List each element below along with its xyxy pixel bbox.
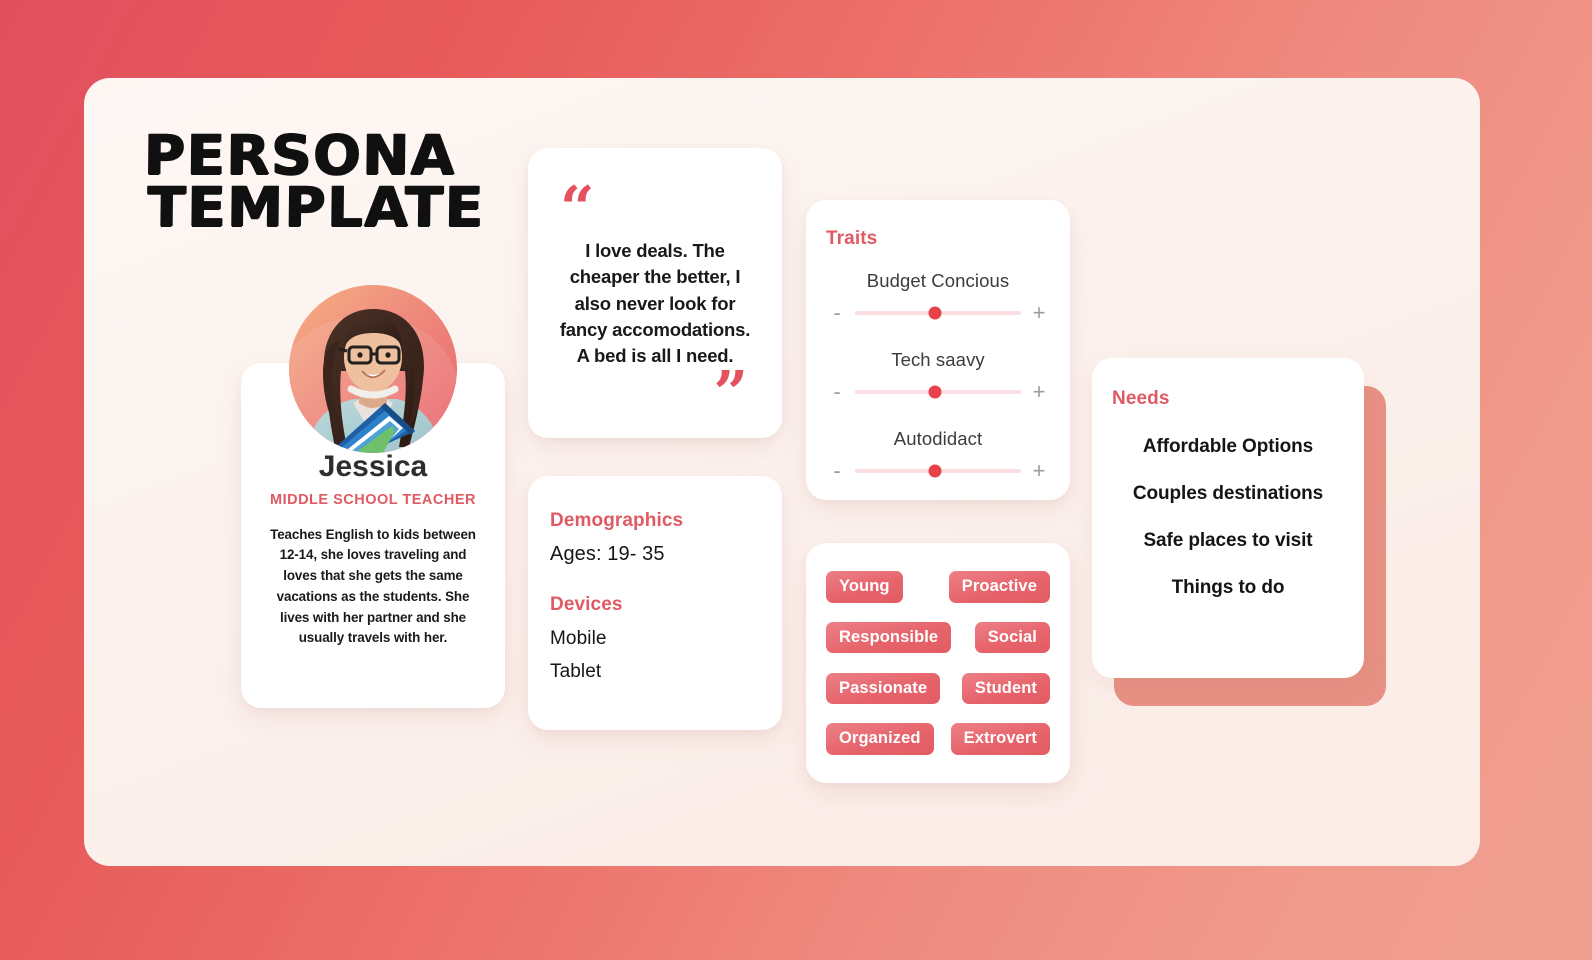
trait-label: Autodidact: [893, 428, 983, 449]
need-item: Safe places to visit: [1143, 530, 1313, 551]
trait-autodidact: Autodidact - +: [826, 428, 1050, 482]
trait-slider[interactable]: - +: [826, 381, 1050, 403]
slider-thumb[interactable]: [928, 306, 942, 320]
tag-chip[interactable]: Proactive: [948, 571, 1050, 603]
tag-chip[interactable]: Student: [961, 672, 1050, 705]
demographics-ages: Ages: 19- 35: [550, 543, 665, 565]
plus-icon[interactable]: +: [1032, 381, 1046, 403]
slider-track[interactable]: [855, 306, 1021, 320]
tag-chip[interactable]: Social: [974, 621, 1050, 654]
quote-card: “ I love deals. The cheaper the better, …: [528, 148, 782, 438]
needs-card: Needs Affordable Options Couples destina…: [1092, 358, 1364, 678]
need-item: Things to do: [1171, 577, 1285, 598]
avatar-photo: [289, 285, 457, 453]
profile-role: MIDDLE SCHOOL TEACHER: [270, 491, 476, 508]
persona-panel: PERSONA TEMPLATE Jessica MIDDLE SCHOOL T…: [84, 78, 1480, 866]
minus-icon[interactable]: -: [830, 460, 844, 482]
trait-slider[interactable]: - +: [826, 460, 1050, 482]
trait-budget-concious: Budget Concious - +: [826, 270, 1050, 324]
tag-chip[interactable]: Responsible: [826, 621, 952, 654]
slider-track[interactable]: [855, 385, 1021, 399]
tags-card: Young Proactive Responsible Social Passi…: [806, 543, 1070, 783]
need-item: Couples destinations: [1132, 483, 1324, 504]
traits-heading: Traits: [826, 228, 878, 249]
traits-card: Traits Budget Concious - + Tech saavy - …: [806, 200, 1070, 500]
needs-card-wrap: Needs Affordable Options Couples destina…: [1092, 358, 1386, 706]
tag-chip[interactable]: Young: [826, 571, 903, 603]
quote-open-icon: “: [560, 174, 595, 244]
device-item: Tablet: [550, 661, 602, 682]
quote-text: I love deals. The cheaper the better, I …: [559, 240, 751, 367]
minus-icon[interactable]: -: [830, 381, 844, 403]
trait-label: Tech saavy: [891, 349, 985, 370]
device-item: Mobile: [550, 628, 607, 649]
profile-card: Jessica MIDDLE SCHOOL TEACHER Teaches En…: [241, 285, 505, 708]
profile-name: Jessica: [318, 450, 428, 483]
slider-thumb[interactable]: [928, 464, 942, 478]
avatar: [289, 285, 457, 453]
tag-chip[interactable]: Extrovert: [950, 723, 1050, 755]
tag-row: Organized Extrovert: [826, 723, 1050, 755]
devices-heading: Devices: [550, 594, 623, 615]
tag-row: Responsible Social: [826, 621, 1050, 654]
need-item: Affordable Options: [1142, 436, 1314, 457]
plus-icon[interactable]: +: [1032, 460, 1046, 482]
trait-slider[interactable]: - +: [826, 302, 1050, 324]
slider-thumb[interactable]: [928, 385, 942, 399]
demographics-heading: Demographics: [550, 510, 684, 531]
demographics-card: Demographics Ages: 19- 35 Devices Mobile…: [528, 476, 782, 730]
tag-row: Passionate Student: [826, 672, 1050, 705]
tag-chip[interactable]: Passionate: [826, 672, 941, 705]
minus-icon[interactable]: -: [830, 302, 844, 324]
plus-icon[interactable]: +: [1032, 302, 1046, 324]
page-title: PERSONA TEMPLATE: [143, 123, 573, 239]
slider-track[interactable]: [855, 464, 1021, 478]
title-line-2: TEMPLATE: [146, 174, 485, 239]
quote-close-icon: ”: [713, 359, 748, 430]
trait-label: Budget Concious: [866, 270, 1010, 291]
trait-tech-saavy: Tech saavy - +: [826, 349, 1050, 403]
profile-description: Teaches English to kids between 12-14, s…: [270, 526, 476, 646]
needs-heading: Needs: [1112, 388, 1170, 409]
tag-chip[interactable]: Organized: [826, 723, 934, 755]
tag-row: Young Proactive: [826, 571, 1050, 603]
